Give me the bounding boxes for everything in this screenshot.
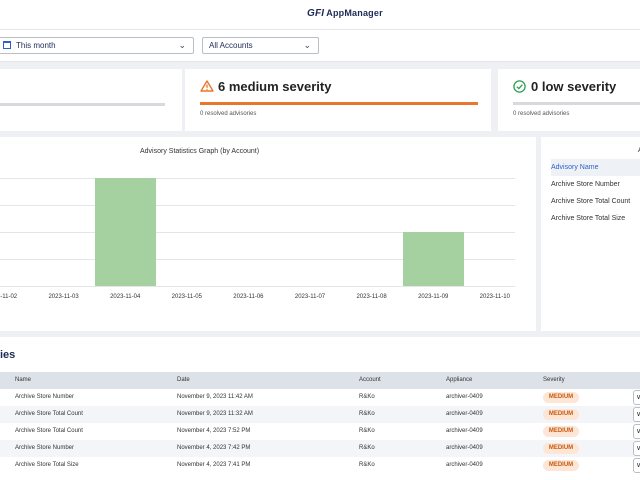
x-tick-label: 2023-11-06 bbox=[233, 294, 264, 300]
high-severity-card bbox=[0, 69, 182, 131]
period-select-value: This month bbox=[16, 41, 56, 50]
column-header-account[interactable]: Account bbox=[359, 377, 381, 383]
calendar-icon bbox=[3, 41, 11, 49]
table-row[interactable]: Archive Store Total Count November 4, 202… bbox=[0, 423, 640, 440]
chart-gridline bbox=[0, 286, 515, 287]
row-action-button[interactable]: ∨ bbox=[633, 441, 640, 456]
severity-badge: MEDIUM bbox=[543, 443, 579, 454]
chevron-down-icon: ⌄ bbox=[178, 40, 186, 50]
chart-gridline bbox=[0, 205, 515, 206]
accounts-select-value: All Accounts bbox=[209, 41, 253, 50]
cell-account: R&Ko bbox=[359, 394, 375, 400]
column-header-name[interactable]: Name bbox=[15, 377, 31, 383]
cell-appliance: archiver-0409 bbox=[446, 394, 483, 400]
cell-account: R&Ko bbox=[359, 428, 375, 434]
x-tick-label: 2023-11-10 bbox=[479, 294, 510, 300]
column-header-appliance[interactable]: Appliance bbox=[446, 377, 472, 383]
row-action-button[interactable]: ∨ bbox=[633, 458, 640, 473]
low-severity-card: 0 low severity 0 resolved advisories bbox=[498, 69, 640, 131]
x-tick-label: 2023-11-02 bbox=[0, 294, 18, 300]
x-tick-label: 2023-11-07 bbox=[294, 294, 326, 300]
warning-icon bbox=[200, 80, 214, 92]
row-action-button[interactable]: ∨ bbox=[633, 407, 640, 422]
cell-name: Archive Store Total Size bbox=[15, 462, 79, 468]
chart-bar[interactable] bbox=[94, 178, 156, 286]
low-severity-progress bbox=[513, 102, 640, 105]
high-severity-progress bbox=[0, 103, 165, 106]
advisories-card: ies Name Date Account Appliance Severity… bbox=[0, 337, 640, 480]
advisory-statistics-chart: Advisory Statistics Graph (by Account) 2… bbox=[0, 137, 536, 331]
advisories-title: ies bbox=[0, 349, 16, 361]
cell-date: November 9, 2023 11:32 AM bbox=[177, 411, 253, 417]
logo-text: AppManager bbox=[326, 8, 383, 18]
side-item-advisory-name[interactable]: Advisory Name bbox=[551, 159, 640, 176]
cell-date: November 9, 2023 11:42 AM bbox=[177, 394, 253, 400]
cell-date: November 4, 2023 7:41 PM bbox=[177, 462, 251, 468]
row-action-button[interactable]: ∨ bbox=[633, 424, 640, 439]
cell-date: November 4, 2023 7:42 PM bbox=[177, 445, 251, 451]
low-severity-subtitle: 0 resolved advisories bbox=[513, 111, 570, 117]
medium-severity-title: 6 medium severity bbox=[218, 79, 332, 94]
table-row[interactable]: Archive Store Number November 9, 2023 11:… bbox=[0, 389, 640, 406]
cell-date: November 4, 2023 7:52 PM bbox=[177, 428, 251, 434]
accounts-select[interactable]: All Accounts ⌄ bbox=[202, 37, 319, 54]
table-row[interactable]: Archive Store Total Count November 9, 202… bbox=[0, 406, 640, 423]
chevron-down-icon: ⌄ bbox=[303, 40, 311, 50]
top-bar: GFI AppManager bbox=[0, 0, 640, 30]
side-item-archive-store-total-size[interactable]: Archive Store Total Size bbox=[551, 210, 640, 227]
period-select[interactable]: This month ⌄ bbox=[0, 37, 194, 54]
table-row[interactable]: Archive Store Total Size November 4, 2023… bbox=[0, 457, 640, 474]
table-header: Name Date Account Appliance Severity bbox=[0, 372, 640, 389]
low-severity-title: 0 low severity bbox=[531, 79, 617, 94]
cell-name: Archive Store Total Count bbox=[15, 428, 83, 434]
x-tick-label: 2023-11-05 bbox=[171, 294, 202, 300]
cell-name: Archive Store Total Count bbox=[15, 411, 83, 417]
side-item-archive-store-total-count[interactable]: Archive Store Total Count bbox=[551, 193, 640, 210]
check-circle-icon bbox=[513, 80, 526, 93]
x-tick-label: 2023-11-04 bbox=[110, 294, 141, 300]
cell-appliance: archiver-0409 bbox=[446, 428, 483, 434]
column-header-date[interactable]: Date bbox=[177, 377, 190, 383]
severity-badge: MEDIUM bbox=[543, 392, 579, 403]
severity-badge: MEDIUM bbox=[543, 460, 579, 471]
chart-bar[interactable] bbox=[402, 232, 464, 286]
app-logo[interactable]: GFI AppManager bbox=[307, 8, 383, 19]
cell-account: R&Ko bbox=[359, 445, 375, 451]
side-item-archive-store-number[interactable]: Archive Store Number bbox=[551, 176, 640, 193]
severity-badge: MEDIUM bbox=[543, 409, 579, 420]
cell-account: R&Ko bbox=[359, 462, 375, 468]
medium-severity-card: 6 medium severity 0 resolved advisories bbox=[185, 69, 491, 131]
medium-severity-subtitle: 0 resolved advisories bbox=[200, 111, 257, 117]
logo-mark: GFI bbox=[307, 8, 325, 19]
row-action-button[interactable]: ∨ bbox=[633, 390, 640, 405]
x-tick-label: 2023-11-08 bbox=[356, 294, 387, 300]
advisory-side-panel: A Advisory Name Archive Store Number Arc… bbox=[541, 137, 640, 331]
chart-title: Advisory Statistics Graph (by Account) bbox=[140, 148, 260, 155]
column-header-severity[interactable]: Severity bbox=[543, 377, 565, 383]
cell-name: Archive Store Number bbox=[15, 394, 75, 400]
severity-badge: MEDIUM bbox=[543, 426, 579, 437]
x-tick-label: 2023-11-09 bbox=[418, 294, 449, 300]
x-tick-label: 2023-11-03 bbox=[48, 294, 79, 300]
cell-name: Archive Store Number bbox=[15, 445, 75, 451]
cell-appliance: archiver-0409 bbox=[446, 462, 483, 468]
medium-severity-heading: 6 medium severity bbox=[200, 79, 331, 94]
cell-appliance: archiver-0409 bbox=[446, 445, 483, 451]
medium-severity-progress bbox=[200, 102, 478, 105]
low-severity-heading: 0 low severity bbox=[513, 79, 616, 94]
cell-account: R&Ko bbox=[359, 411, 375, 417]
table-row[interactable]: Archive Store Number November 4, 2023 7:4… bbox=[0, 440, 640, 457]
filter-bar: This month ⌄ All Accounts ⌄ bbox=[0, 30, 640, 62]
chart-gridline bbox=[0, 178, 515, 179]
cell-appliance: archiver-0409 bbox=[446, 411, 483, 417]
